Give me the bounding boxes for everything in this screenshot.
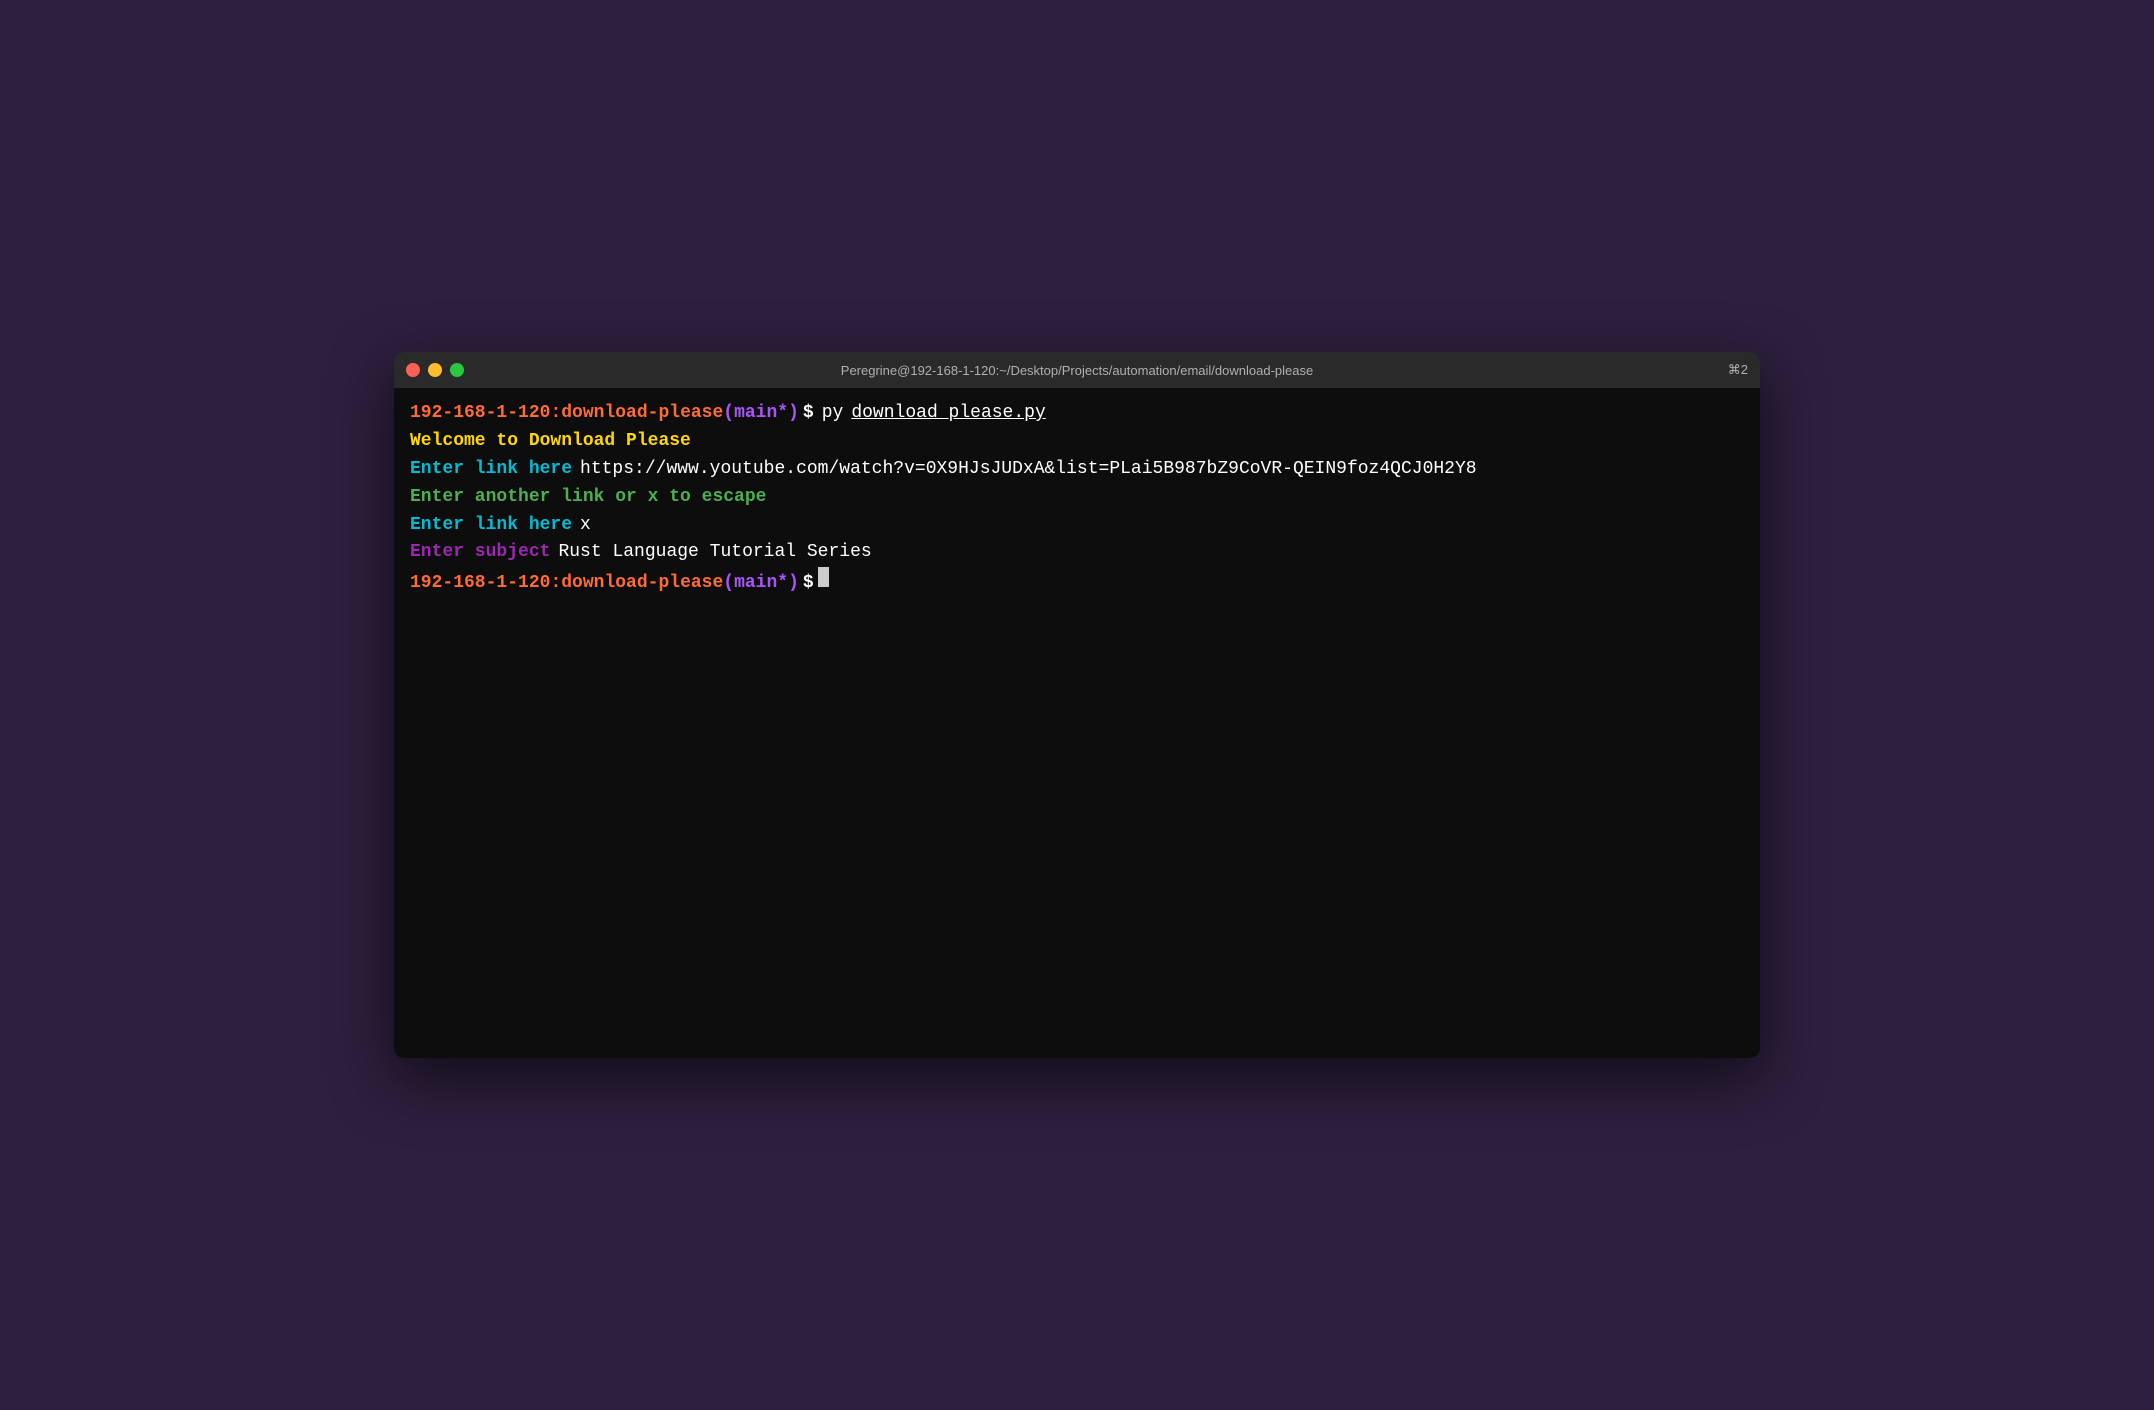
terminal-body[interactable]: 192-168-1-120 : download-please (main*) … — [394, 388, 1760, 610]
enter-another-label: Enter another link or x to escape — [410, 484, 766, 512]
prompt-sep-final: : — [550, 570, 561, 598]
shortcut-label: ⌘2 — [1728, 362, 1748, 378]
maximize-button[interactable] — [450, 363, 464, 377]
enter-another-line: Enter another link or x to escape — [410, 484, 1744, 512]
welcome-line: Welcome to Download Please — [410, 428, 1744, 456]
prompt-dir-1: download-please — [561, 400, 723, 428]
prompt-dir-final: download-please — [561, 570, 723, 598]
welcome-text: Welcome to Download Please — [410, 428, 691, 456]
cmd-file: download_please.py — [851, 400, 1045, 428]
prompt-sep-1: : — [550, 400, 561, 428]
command-line-final: 192-168-1-120 : download-please (main*) … — [410, 567, 1744, 598]
terminal-window: Peregrine@192-168-1-120:~/Desktop/Projec… — [394, 352, 1760, 1058]
window-title: Peregrine@192-168-1-120:~/Desktop/Projec… — [841, 363, 1313, 378]
enter-subject-value: Rust Language Tutorial Series — [558, 539, 871, 567]
prompt-dollar-1: $ — [803, 400, 814, 428]
prompt-branch-final: (main*) — [723, 570, 799, 598]
enter-link-line-2: Enter link here x — [410, 512, 1744, 540]
close-button[interactable] — [406, 363, 420, 377]
terminal-cursor — [818, 567, 829, 587]
enter-link-value-1: https://www.youtube.com/watch?v=0X9HJsJU… — [580, 456, 1477, 484]
traffic-lights — [406, 363, 464, 377]
enter-link-value-2: x — [580, 512, 591, 540]
minimize-button[interactable] — [428, 363, 442, 377]
enter-subject-label: Enter subject — [410, 539, 550, 567]
prompt-host-final: 192-168-1-120 — [410, 570, 550, 598]
title-bar: Peregrine@192-168-1-120:~/Desktop/Projec… — [394, 352, 1760, 388]
enter-link-label-2: Enter link here — [410, 512, 572, 540]
command-line-1: 192-168-1-120 : download-please (main*) … — [410, 400, 1744, 428]
prompt-host-1: 192-168-1-120 — [410, 400, 550, 428]
cmd-py: py — [822, 400, 844, 428]
prompt-branch-1: (main*) — [723, 400, 799, 428]
enter-link-line-1: Enter link here https://www.youtube.com/… — [410, 456, 1744, 484]
enter-link-label-1: Enter link here — [410, 456, 572, 484]
prompt-dollar-final: $ — [803, 570, 814, 598]
enter-subject-line: Enter subject Rust Language Tutorial Ser… — [410, 539, 1744, 567]
